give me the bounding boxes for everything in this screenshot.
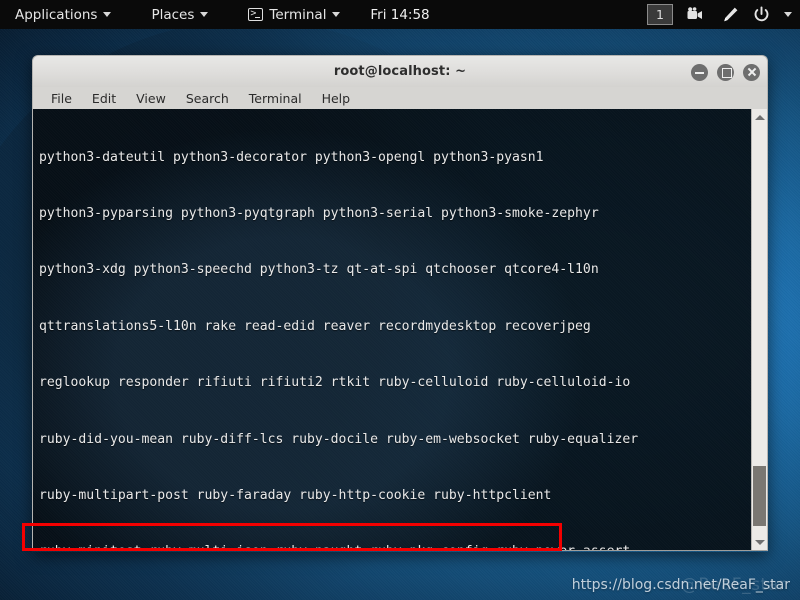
- places-menu-label: Places: [151, 6, 195, 23]
- chevron-down-icon: [200, 12, 209, 17]
- terminal-line: ruby-did-you-mean ruby-diff-lcs ruby-doc…: [39, 431, 639, 447]
- chevron-down-icon: [103, 12, 112, 17]
- menu-search[interactable]: Search: [176, 89, 239, 108]
- terminal-line: ruby-minitest ruby-multi-json ruby-naugh…: [39, 543, 747, 550]
- terminal-line: python3-pyparsing python3-pyqtgraph pyth…: [39, 205, 599, 221]
- terminal-window[interactable]: root@localhost: ~ File Edit View Search …: [32, 55, 768, 552]
- terminal-line: python3-xdg python3-speechd python3-tz q…: [39, 262, 599, 278]
- places-menu[interactable]: Places: [142, 0, 217, 29]
- minimize-button[interactable]: [691, 63, 708, 81]
- applications-menu[interactable]: Applications: [6, 0, 120, 29]
- watermark: https://blog.csdn.net/ReaF_star: [571, 577, 790, 593]
- video-camera-icon[interactable]: [687, 7, 707, 22]
- pen-icon[interactable]: [721, 6, 739, 24]
- terminal-icon: [248, 7, 264, 21]
- panel-left-group: Applications Places Terminal: [6, 0, 349, 29]
- window-title: root@localhost: ~: [333, 64, 467, 79]
- top-panel: Applications Places Terminal Fri 14:58 1: [0, 0, 800, 29]
- menu-terminal[interactable]: Terminal: [239, 89, 312, 108]
- menu-bar: File Edit View Search Terminal Help: [32, 87, 768, 109]
- menu-help[interactable]: Help: [312, 89, 361, 108]
- terminal-menu[interactable]: Terminal: [239, 0, 349, 29]
- terminal-line: qttranslations5-l10n rake read-edid reav…: [39, 318, 591, 334]
- scrollbar-thumb[interactable]: [753, 466, 766, 526]
- workspace-switcher[interactable]: 1: [647, 4, 673, 25]
- terminal-line: python3-dateutil python3-decorator pytho…: [39, 149, 544, 165]
- power-icon[interactable]: [753, 6, 770, 23]
- window-controls: [691, 56, 760, 88]
- terminal-body[interactable]: python3-dateutil python3-decorator pytho…: [32, 109, 768, 551]
- terminal-line: ruby-multipart-post ruby-faraday ruby-ht…: [39, 487, 552, 503]
- chevron-down-icon: [332, 12, 341, 17]
- scroll-up-arrow-icon[interactable]: [752, 109, 767, 125]
- menu-view[interactable]: View: [126, 89, 176, 108]
- menu-edit[interactable]: Edit: [82, 89, 126, 108]
- power-menu-chevron-down-icon[interactable]: [784, 12, 792, 17]
- close-button[interactable]: [743, 63, 760, 81]
- terminal-menu-label: Terminal: [269, 6, 327, 23]
- panel-right-group: 1: [647, 0, 792, 29]
- window-titlebar[interactable]: root@localhost: ~: [32, 55, 768, 87]
- terminal-output[interactable]: python3-dateutil python3-decorator pytho…: [33, 109, 751, 550]
- clock[interactable]: Fri 14:58: [370, 7, 429, 23]
- applications-menu-label: Applications: [15, 6, 98, 23]
- scrollbar-track[interactable]: [752, 125, 767, 534]
- scroll-down-arrow-icon[interactable]: [752, 534, 767, 550]
- workspace-number: 1: [656, 7, 664, 22]
- terminal-line: reglookup responder rifiuti rifiuti2 rtk…: [39, 375, 631, 391]
- maximize-button[interactable]: [717, 63, 734, 81]
- menu-file[interactable]: File: [41, 89, 82, 108]
- desktop: Applications Places Terminal Fri 14:58 1: [0, 0, 800, 600]
- terminal-scrollbar[interactable]: [751, 109, 767, 550]
